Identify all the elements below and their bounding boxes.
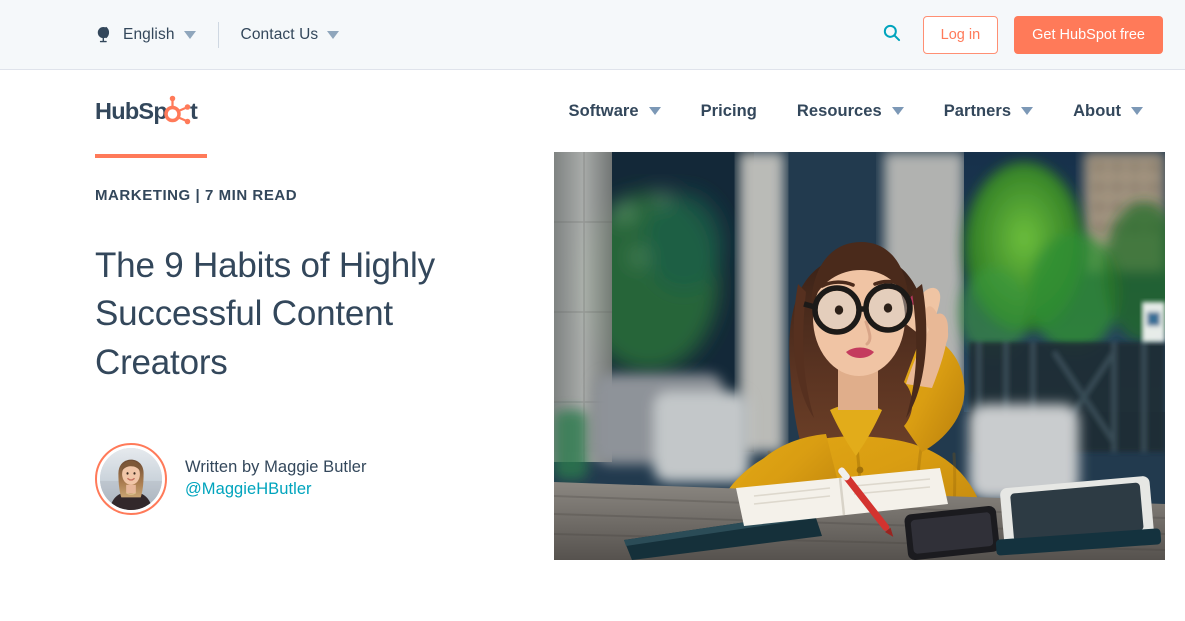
chevron-down-icon bbox=[1131, 107, 1143, 115]
nav-label: Partners bbox=[943, 101, 1012, 120]
accent-bar bbox=[95, 154, 207, 158]
utility-divider bbox=[217, 21, 219, 48]
author-name: Written by Maggie Butler bbox=[185, 458, 367, 477]
chevron-down-icon bbox=[327, 30, 340, 39]
hubspot-logo[interactable]: HubSp t bbox=[95, 94, 205, 128]
nav-links: Software Pricing Resources Partners Abou… bbox=[549, 102, 1163, 121]
utility-left-group: English Contact Us bbox=[95, 21, 340, 48]
page-title: The 9 Habits of Highly Successful Conten… bbox=[95, 246, 435, 382]
nav-item-pricing[interactable]: Pricing bbox=[681, 102, 777, 121]
nav-label: Resources bbox=[796, 101, 882, 120]
svg-text:t: t bbox=[190, 98, 198, 124]
log-in-button[interactable]: Log in bbox=[922, 15, 999, 54]
chevron-down-icon bbox=[648, 107, 661, 115]
nav-label: Software bbox=[568, 101, 639, 120]
article-hero-image bbox=[554, 152, 1165, 560]
language-selector[interactable]: English bbox=[95, 25, 196, 44]
author-byline: Written by Maggie Butler @MaggieHButler bbox=[95, 442, 545, 515]
nav-label: About bbox=[1073, 101, 1121, 120]
nav-item-resources[interactable]: Resources bbox=[777, 102, 924, 121]
author-handle-link[interactable]: @MaggieHButler bbox=[185, 480, 367, 499]
search-button[interactable] bbox=[877, 20, 907, 50]
chevron-down-icon bbox=[1021, 107, 1034, 115]
nav-item-partners[interactable]: Partners bbox=[924, 102, 1053, 121]
article-header: MARKETING | 7 MIN READ The 9 Habits of H… bbox=[95, 152, 545, 515]
contact-us-label: Contact Us bbox=[240, 25, 319, 43]
get-hubspot-free-button[interactable]: Get HubSpot free bbox=[1014, 15, 1163, 54]
nav-label: Pricing bbox=[700, 101, 757, 120]
article-eyebrow: MARKETING | 7 MIN READ bbox=[95, 187, 298, 204]
contact-us-menu[interactable]: Contact Us bbox=[241, 26, 340, 44]
main-navigation: HubSp t Software Pricing Resources Partn… bbox=[0, 70, 1185, 152]
article-hero: MARKETING | 7 MIN READ The 9 Habits of H… bbox=[0, 152, 1185, 560]
nav-item-about[interactable]: About bbox=[1053, 102, 1163, 121]
avatar[interactable] bbox=[95, 442, 167, 515]
globe-icon bbox=[95, 25, 114, 44]
utility-bar: English Contact Us Log in Get HubSpot fr… bbox=[0, 0, 1185, 70]
language-label: English bbox=[123, 25, 175, 43]
search-icon bbox=[882, 23, 902, 46]
avatar-image bbox=[100, 447, 162, 510]
svg-text:HubSp: HubSp bbox=[95, 98, 167, 124]
utility-right-group: Log in Get HubSpot free bbox=[877, 15, 1163, 54]
nav-item-software[interactable]: Software bbox=[549, 102, 681, 121]
chevron-down-icon bbox=[891, 107, 904, 115]
chevron-down-icon bbox=[183, 30, 196, 39]
author-meta: Written by Maggie Butler @MaggieHButler bbox=[185, 458, 367, 499]
